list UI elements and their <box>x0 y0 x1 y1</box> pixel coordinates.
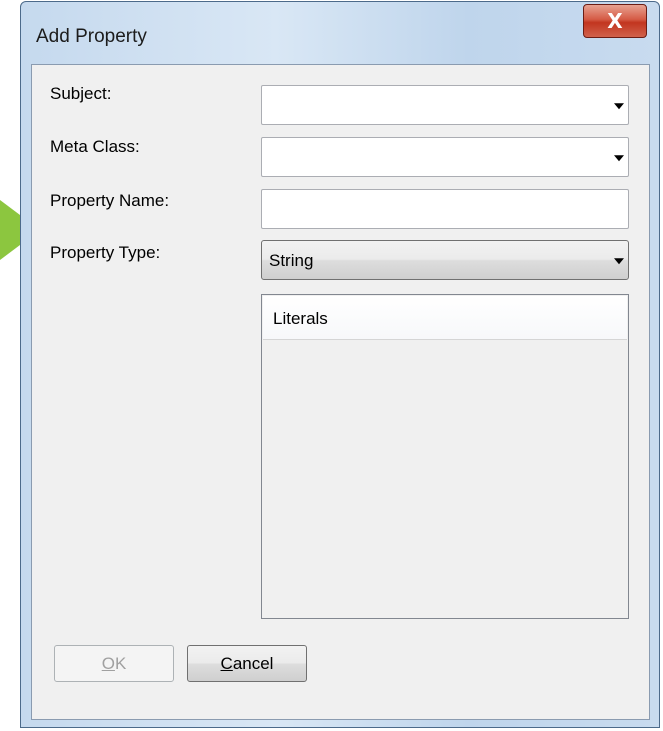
chevron-down-icon[interactable] <box>614 155 624 162</box>
add-property-dialog: Add Property X Subject: Meta Class: Prop… <box>20 1 660 728</box>
property-name-label: Property Name: <box>50 191 170 210</box>
title-bar: Add Property X <box>21 2 659 62</box>
metaclass-combobox[interactable] <box>261 137 629 177</box>
literals-list[interactable]: Literals <box>261 294 629 619</box>
cancel-mnemonic: C <box>220 653 233 673</box>
ok-button[interactable]: OK <box>54 645 174 682</box>
property-name-input[interactable] <box>261 189 629 229</box>
cancel-label-rest: ancel <box>232 653 274 673</box>
dialog-body: Subject: Meta Class: Property Name: Prop… <box>31 64 650 720</box>
cancel-button[interactable]: Cancel <box>187 645 307 682</box>
property-type-value: String <box>269 251 314 270</box>
ok-label-rest: K <box>114 653 127 673</box>
close-button[interactable]: X <box>583 4 647 38</box>
metaclass-label: Meta Class: <box>50 137 140 156</box>
dialog-title: Add Property <box>36 26 147 47</box>
subject-combobox[interactable] <box>261 85 629 125</box>
chevron-down-icon[interactable] <box>614 258 624 265</box>
subject-label: Subject: <box>50 84 112 103</box>
property-type-select[interactable]: String <box>261 240 629 280</box>
close-icon: X <box>607 9 623 33</box>
literals-header-label: Literals <box>273 309 328 328</box>
ok-mnemonic: O <box>101 653 115 673</box>
chevron-down-icon[interactable] <box>614 103 624 110</box>
property-type-label: Property Type: <box>50 243 161 262</box>
literals-column-header[interactable]: Literals <box>263 296 627 340</box>
